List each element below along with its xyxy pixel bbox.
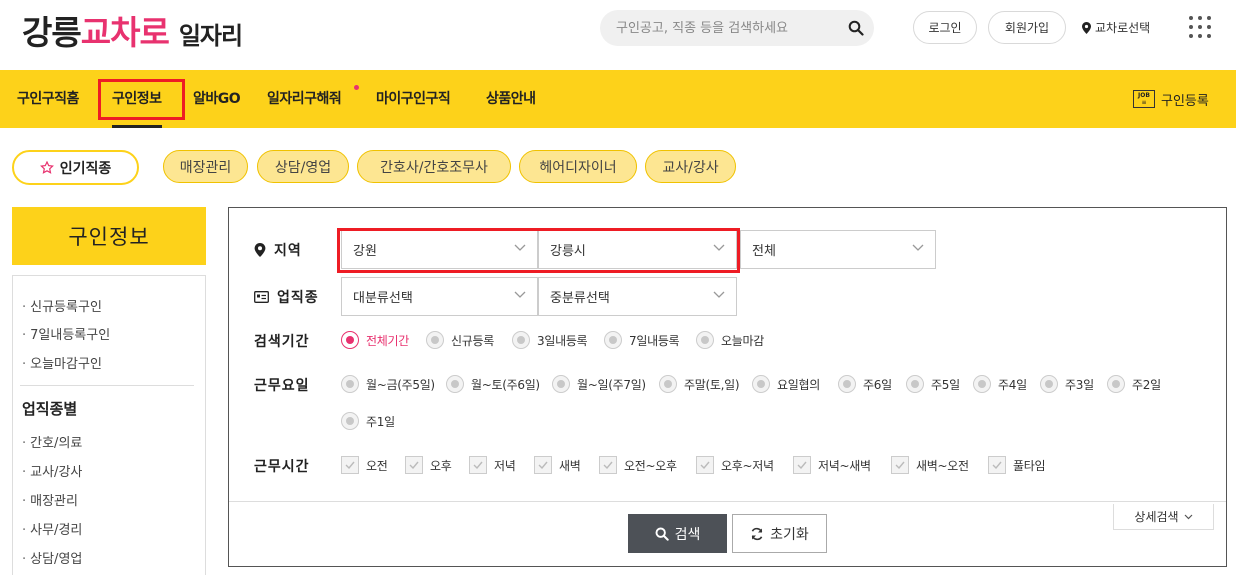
- id-card-icon: [254, 291, 269, 303]
- popular-jobs-label: 인기직종: [59, 160, 112, 177]
- signup-button[interactable]: 회원가입: [988, 11, 1066, 44]
- sidebar-link-7days[interactable]: 7일내등록구인: [22, 324, 110, 343]
- sidebar-link-store[interactable]: 매장관리: [22, 490, 78, 509]
- main-nav: 구인구직홈 구인정보 알바GO 일자리구해줘 마이구인구직 상품안내: [0, 70, 1236, 128]
- login-button[interactable]: 로그인: [913, 11, 977, 44]
- reset-button[interactable]: 초기화: [732, 514, 827, 553]
- detail-search-button[interactable]: 상세검색: [1113, 504, 1214, 530]
- nav-item-home[interactable]: 구인구직홈: [17, 70, 79, 128]
- nav-item-job-info[interactable]: 구인정보: [112, 70, 162, 128]
- search-button[interactable]: 검색: [628, 514, 727, 553]
- chip-store-management[interactable]: 매장관리: [163, 150, 248, 183]
- nav-item-alba-go[interactable]: 알바GO: [193, 70, 241, 128]
- chevron-down-icon: [514, 244, 526, 251]
- workday-option[interactable]: 주1일: [341, 411, 395, 431]
- panel-divider: [229, 501, 1226, 502]
- chip-nurse[interactable]: 간호사/간호조무사: [357, 150, 511, 183]
- chevron-down-icon: [713, 244, 725, 251]
- workdays-filter-label: 근무요일: [254, 378, 310, 394]
- period-option-7days[interactable]: 7일내등록: [604, 330, 680, 350]
- sidebar-link-new[interactable]: 신규등록구인: [22, 296, 102, 315]
- worktime-option[interactable]: 저녁~새벽: [793, 455, 871, 475]
- worktime-option[interactable]: 새벽~오전: [891, 455, 969, 475]
- header-search-input[interactable]: [616, 20, 842, 36]
- region-city-select[interactable]: 강릉시: [538, 230, 737, 269]
- logo-text-brand: 교차로: [80, 13, 170, 52]
- workday-option[interactable]: 주말(토,일): [659, 374, 740, 394]
- region-filter-label: 지역: [254, 240, 302, 260]
- sidebar-link-teacher[interactable]: 교사/강사: [22, 461, 82, 480]
- sidebar-divider: [20, 385, 194, 386]
- workday-option[interactable]: 월~토(주6일): [446, 374, 540, 394]
- chevron-down-icon: [514, 291, 526, 298]
- workday-option[interactable]: 주6일: [838, 374, 892, 394]
- star-icon: [39, 160, 54, 174]
- nav-item-my-page[interactable]: 마이구인구직: [376, 70, 451, 128]
- search-icon[interactable]: [848, 20, 864, 36]
- location-pin-icon: [254, 243, 266, 257]
- industry-minor-select[interactable]: 중분류선택: [538, 277, 737, 316]
- industry-filter-label: 업직종: [254, 287, 319, 307]
- workday-option[interactable]: 월~금(주5일): [341, 374, 435, 394]
- worktime-option[interactable]: 새벽: [534, 455, 581, 475]
- job-document-icon: JOB ≡: [1133, 90, 1155, 108]
- sidebar-link-sales[interactable]: 상담/영업: [22, 548, 82, 567]
- chevron-down-icon: [912, 244, 924, 251]
- region-province-select[interactable]: 강원: [341, 230, 538, 269]
- period-option-new[interactable]: 신규등록: [426, 330, 494, 350]
- nav-item-find-me-job[interactable]: 일자리구해줘: [267, 70, 342, 128]
- sidebar-title: 구인정보: [12, 207, 206, 265]
- workday-option[interactable]: 주3일: [1040, 374, 1094, 394]
- chip-teacher[interactable]: 교사/강사: [645, 150, 736, 183]
- job-register-button[interactable]: JOB ≡ 구인등록: [1133, 89, 1209, 109]
- worktime-option[interactable]: 풀타임: [988, 455, 1046, 475]
- sidebar-link-office[interactable]: 사무/경리: [22, 519, 82, 538]
- period-filter-label: 검색기간: [254, 334, 310, 350]
- workday-option[interactable]: 요일협의: [752, 374, 820, 394]
- period-option-today[interactable]: 오늘마감: [696, 330, 764, 350]
- sidebar-section-title: 업직종별: [22, 400, 78, 418]
- sidebar-link-nursing[interactable]: 간호/의료: [22, 432, 82, 451]
- chip-consult-sales[interactable]: 상담/영업: [257, 150, 349, 183]
- period-option-all[interactable]: 전체기간: [341, 330, 409, 350]
- map-pin-icon: [1082, 21, 1091, 34]
- site-logo[interactable]: 강릉 교차로 일자리: [22, 6, 243, 52]
- region-district-select[interactable]: 전체: [740, 230, 936, 269]
- region-select-label: 교차로선택: [1095, 21, 1151, 35]
- workday-option[interactable]: 주4일: [973, 374, 1027, 394]
- worktime-option[interactable]: 저녁: [469, 455, 516, 475]
- chevron-down-icon: [1184, 514, 1193, 519]
- sidebar-link-closing-today[interactable]: 오늘마감구인: [22, 353, 102, 372]
- job-register-label: 구인등록: [1161, 93, 1209, 109]
- refresh-icon: [751, 527, 763, 540]
- nav-item-products[interactable]: 상품안내: [486, 70, 536, 128]
- worktime-option[interactable]: 오전~오후: [599, 455, 677, 475]
- search-icon: [655, 527, 669, 541]
- chip-hair-designer[interactable]: 헤어디자이너: [519, 150, 637, 183]
- new-badge-dot: [354, 85, 359, 90]
- region-select-button[interactable]: 교차로선택: [1082, 11, 1150, 44]
- industry-major-select[interactable]: 대분류선택: [341, 277, 538, 316]
- popular-jobs-button[interactable]: 인기직종: [12, 150, 139, 185]
- logo-text-city: 강릉: [22, 13, 82, 52]
- chevron-down-icon: [713, 291, 725, 298]
- logo-text-service: 일자리: [178, 22, 243, 50]
- header-search-box: [600, 10, 874, 46]
- workday-option[interactable]: 주2일: [1107, 374, 1161, 394]
- worktime-option[interactable]: 오전: [341, 455, 388, 475]
- workday-option[interactable]: 주5일: [906, 374, 960, 394]
- worktime-option[interactable]: 오후: [405, 455, 452, 475]
- app-menu-icon[interactable]: [1189, 16, 1211, 38]
- worktime-filter-label: 근무시간: [254, 459, 310, 475]
- period-option-3days[interactable]: 3일내등록: [512, 330, 588, 350]
- worktime-option[interactable]: 오후~저녁: [696, 455, 774, 475]
- workday-option[interactable]: 월~일(주7일): [552, 374, 646, 394]
